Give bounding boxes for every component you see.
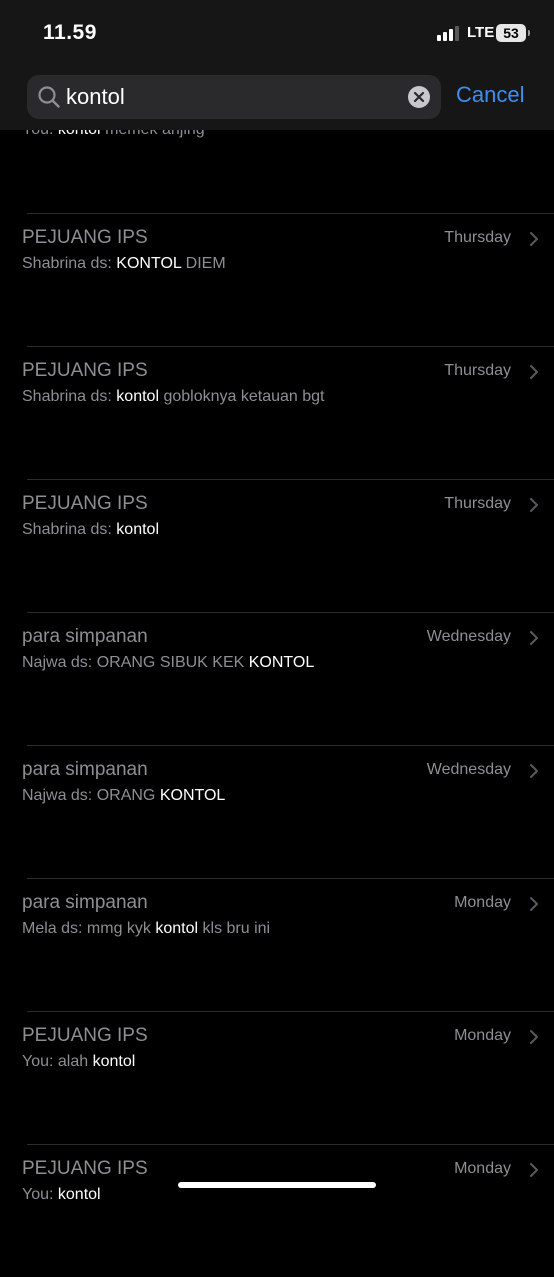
search-result-row[interactable]: PEJUANG IPS Monday You: kontol: [0, 1144, 554, 1277]
search-result-row[interactable]: PEJUANG IPS Thursday Shabrina ds: kontol g…: [0, 346, 554, 479]
conversation-title: PEJUANG IPS: [22, 493, 148, 514]
conversation-title: PEJUANG IPS: [22, 360, 148, 381]
message-preview: You: kontol: [22, 1186, 101, 1204]
preview-match: kontol: [116, 521, 159, 538]
search-header: Cancel: [0, 66, 554, 130]
message-preview: Shabrina ds: kontol gobloknya ketauan bg…: [22, 388, 324, 406]
search-results-list: You: kontol memek anjing PEJUANG IPSThur…: [0, 0, 554, 1203]
message-preview: Shabrina ds: KONTOL DIEM: [22, 255, 226, 273]
preview-after: kls bru ini: [202, 920, 271, 937]
row-divider: [27, 1144, 554, 1145]
message-date: Wednesday: [426, 628, 511, 645]
clear-icon: [413, 91, 425, 103]
battery-level: 53: [503, 25, 519, 41]
preview-after: gobloknya ketauan bgt: [163, 388, 325, 405]
chevron-right-icon: [530, 631, 538, 645]
row-divider: [27, 878, 554, 879]
chevron-right-icon: [530, 365, 538, 379]
search-result-row[interactable]: PEJUANG IPS Monday You: alah kontol: [0, 1011, 554, 1144]
search-result-row[interactable]: PEJUANG IPS Thursday Shabrina ds: KONTOL D…: [0, 213, 554, 346]
preview-after: DIEM: [185, 255, 226, 272]
preview-match: KONTOL: [248, 654, 315, 671]
status-time: 11.59: [43, 21, 97, 44]
row-divider: [27, 1011, 554, 1012]
preview-sender: Najwa ds:: [22, 787, 93, 804]
chevron-right-icon: [530, 1030, 538, 1044]
chevron-right-icon: [530, 1163, 538, 1177]
preview-sender: You:: [22, 1053, 54, 1070]
message-preview: Najwa ds: ORANG KONTOL: [22, 787, 225, 805]
row-divider: [27, 213, 554, 214]
network-type: LTE: [467, 24, 495, 41]
message-date: Thursday: [444, 229, 511, 246]
status-bar: 11.59 LTE 53: [0, 0, 554, 66]
row-divider: [27, 346, 554, 347]
preview-sender: Najwa ds:: [22, 654, 93, 671]
conversation-title: PEJUANG IPS: [22, 227, 148, 248]
clear-search-button[interactable]: [408, 86, 430, 108]
signal-strength-icon: [437, 25, 463, 41]
preview-match: kontol: [92, 1053, 136, 1070]
preview-match: KONTOL: [159, 787, 226, 804]
preview-before: ORANG SIBUK KEK: [96, 654, 245, 671]
preview-sender: You:: [22, 1186, 54, 1203]
message-date: Monday: [454, 894, 511, 911]
row-divider: [27, 479, 554, 480]
chevron-right-icon: [530, 232, 538, 246]
preview-before: alah: [57, 1053, 89, 1070]
conversation-title: PEJUANG IPS: [22, 1025, 148, 1046]
conversation-title: PEJUANG IPS: [22, 1158, 148, 1179]
message-date: Thursday: [444, 495, 511, 512]
preview-sender: Mela ds:: [22, 920, 83, 937]
preview-before: ORANG: [96, 787, 156, 804]
message-preview: Najwa ds: ORANG SIBUK KEK KONTOL: [22, 654, 314, 672]
search-result-row[interactable]: para simpanan Monday Mela ds: mmg kyk kont…: [0, 878, 554, 1011]
row-divider: [27, 612, 554, 613]
search-icon: [38, 86, 60, 108]
chevron-right-icon: [530, 897, 538, 911]
message-preview: You: alah kontol: [22, 1053, 135, 1071]
preview-sender: Shabrina ds:: [22, 255, 112, 272]
preview-match: kontol: [155, 920, 199, 937]
preview-before: mmg kyk: [86, 920, 151, 937]
chevron-right-icon: [530, 498, 538, 512]
message-preview: Shabrina ds: kontol: [22, 521, 159, 539]
preview-sender: Shabrina ds:: [22, 521, 112, 538]
message-date: Monday: [454, 1160, 511, 1177]
search-field[interactable]: [27, 75, 441, 119]
message-date: Wednesday: [426, 761, 511, 778]
row-divider: [27, 745, 554, 746]
preview-sender: Shabrina ds:: [22, 388, 112, 405]
conversation-title: para simpanan: [22, 626, 148, 647]
conversation-title: para simpanan: [22, 759, 148, 780]
cancel-button[interactable]: Cancel: [456, 82, 524, 108]
search-result-row[interactable]: para simpanan Wednesday Najwa ds: ORANG SI…: [0, 612, 554, 745]
home-indicator[interactable]: [178, 1182, 376, 1188]
search-result-row[interactable]: PEJUANG IPS Thursday Shabrina ds: kontol: [0, 479, 554, 612]
preview-match: KONTOL: [116, 255, 182, 272]
search-result-row[interactable]: para simpanan Wednesday Najwa ds: ORANG KO…: [0, 745, 554, 878]
preview-match: kontol: [116, 388, 159, 405]
chevron-right-icon: [530, 764, 538, 778]
preview-match: kontol: [57, 1186, 101, 1203]
conversation-title: para simpanan: [22, 892, 148, 913]
message-date: Monday: [454, 1027, 511, 1044]
message-preview: Mela ds: mmg kyk kontol kls bru ini: [22, 920, 270, 938]
search-input[interactable]: [66, 82, 396, 112]
battery-icon: 53: [496, 24, 530, 42]
message-date: Thursday: [444, 362, 511, 379]
